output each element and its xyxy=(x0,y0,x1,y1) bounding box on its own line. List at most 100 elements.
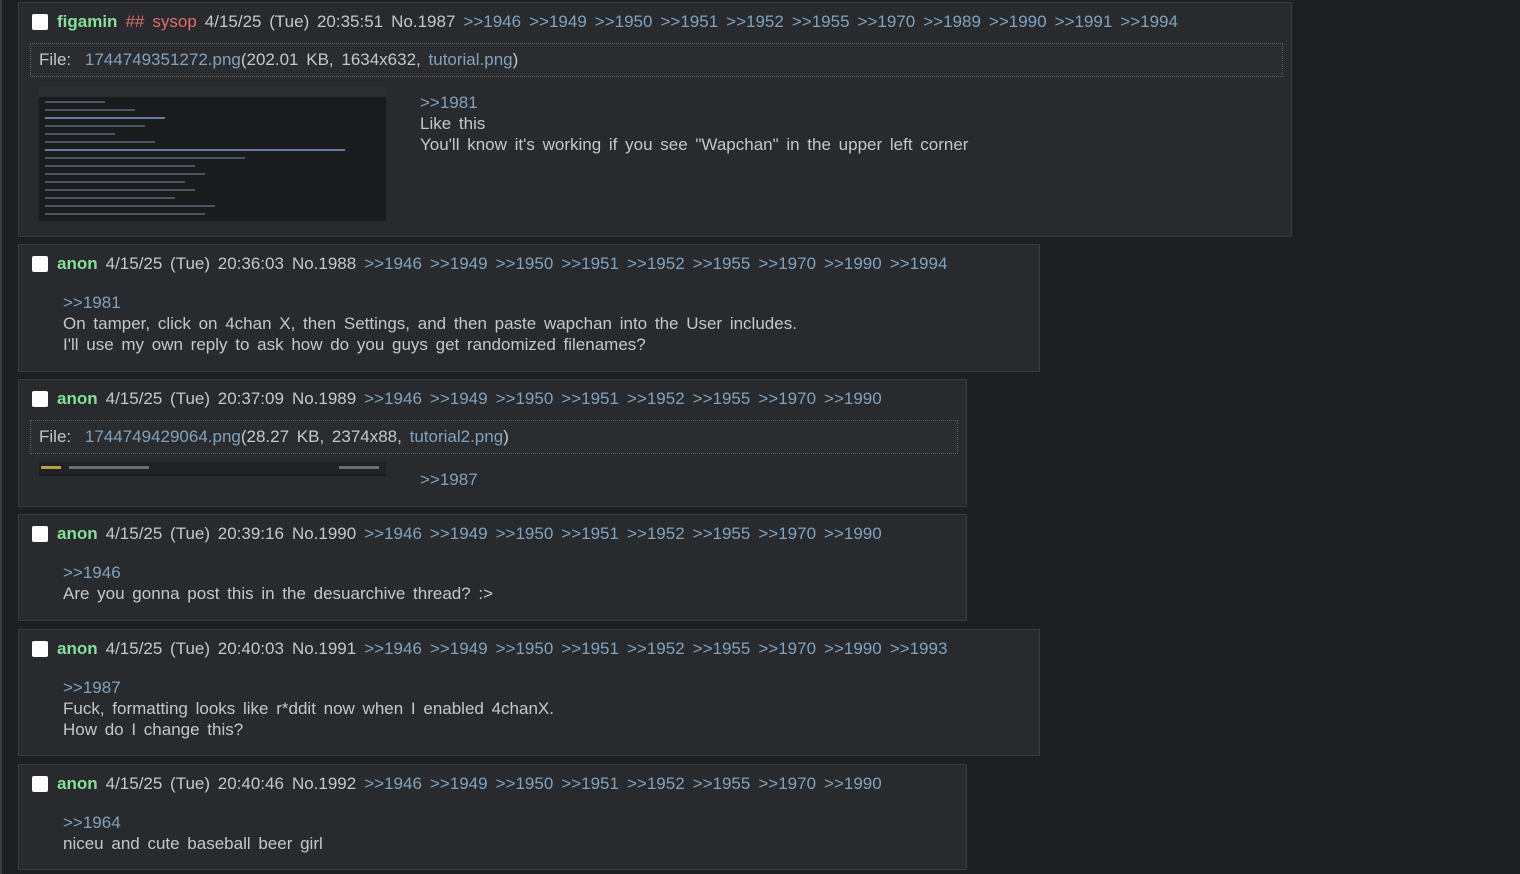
poster-name: anon xyxy=(57,389,98,408)
post-number[interactable]: No.1991 xyxy=(292,639,356,659)
backlink[interactable]: >>1989 xyxy=(923,12,981,31)
file-info: File: 1744749351272.png(202.01 KB, 1634x… xyxy=(30,43,1283,77)
backlink[interactable]: >>1950 xyxy=(496,254,554,273)
backlink[interactable]: >>1970 xyxy=(758,524,816,543)
backlink[interactable]: >>1952 xyxy=(627,774,685,793)
backlink[interactable]: >>1951 xyxy=(561,389,619,408)
backlink[interactable]: >>1951 xyxy=(660,12,718,31)
backlink[interactable]: >>1993 xyxy=(890,639,948,658)
post-message: >>1987 xyxy=(420,469,478,490)
backlink[interactable]: >>1946 xyxy=(364,254,422,273)
message-line: Like this xyxy=(420,114,486,133)
backlinks: >>1946 >>1949 >>1950 >>1951 >>1952 >>1955 >>19… xyxy=(356,774,882,794)
post-select-checkbox[interactable] xyxy=(32,14,48,30)
post-select-checkbox[interactable] xyxy=(32,641,48,657)
backlinks: >>1946 >>1949 >>1950 >>1951 >>1952 >>1955 >>19… xyxy=(356,254,947,274)
file-label: File: xyxy=(39,427,72,446)
post-number[interactable]: No.1987 xyxy=(391,12,455,32)
backlink[interactable]: >>1970 xyxy=(758,254,816,273)
reply-post: figamin ## sysop 4/15/25 (Tue) 20:35:51 … xyxy=(18,2,1292,237)
backlink[interactable]: >>1955 xyxy=(792,12,850,31)
file-thumbnail[interactable] xyxy=(39,462,386,476)
file-original-name[interactable]: tutorial2.png xyxy=(410,427,504,446)
backlink[interactable]: >>1946 xyxy=(364,774,422,793)
backlink[interactable]: >>1950 xyxy=(595,12,653,31)
backlink[interactable]: >>1946 xyxy=(364,389,422,408)
backlink[interactable]: >>1952 xyxy=(627,389,685,408)
backlinks: >>1946 >>1949 >>1950 >>1951 >>1952 >>1955 >>19… xyxy=(356,389,882,409)
backlink[interactable]: >>1955 xyxy=(693,639,751,658)
backlink[interactable]: >>1990 xyxy=(824,389,882,408)
backlinks: >>1946 >>1949 >>1950 >>1951 >>1952 >>1955 >>19… xyxy=(356,639,947,659)
backlink[interactable]: >>1952 xyxy=(627,524,685,543)
post-datetime: 4/15/25 (Tue) 20:40:03 xyxy=(105,639,284,658)
backlink[interactable]: >>1949 xyxy=(529,12,587,31)
post-header: anon 4/15/25 (Tue) 20:40:03 No.1991 >>19… xyxy=(32,639,947,659)
backlink[interactable]: >>1951 xyxy=(561,524,619,543)
post-message: >>1981 On tamper, click on 4chan X, then… xyxy=(63,292,797,355)
backlink[interactable]: >>1990 xyxy=(824,524,882,543)
post-select-checkbox[interactable] xyxy=(32,391,48,407)
backlink[interactable]: >>1951 xyxy=(561,254,619,273)
file-thumbnail[interactable] xyxy=(39,87,386,221)
file-original-name[interactable]: tutorial.png xyxy=(429,50,513,69)
post-select-checkbox[interactable] xyxy=(32,776,48,792)
backlink[interactable]: >>1946 xyxy=(364,639,422,658)
backlink[interactable]: >>1949 xyxy=(430,254,488,273)
backlink[interactable]: >>1990 xyxy=(824,774,882,793)
backlink[interactable]: >>1955 xyxy=(693,774,751,793)
quote-link[interactable]: >>1987 xyxy=(63,677,554,698)
backlink[interactable]: >>1994 xyxy=(1120,12,1178,31)
backlink[interactable]: >>1990 xyxy=(989,12,1047,31)
quote-link[interactable]: >>1946 xyxy=(63,562,493,583)
backlink[interactable]: >>1994 xyxy=(890,254,948,273)
backlink[interactable]: >>1950 xyxy=(496,639,554,658)
post-datetime: 4/15/25 (Tue) 20:39:16 xyxy=(105,524,284,543)
backlink[interactable]: >>1990 xyxy=(824,639,882,658)
page-left-border xyxy=(0,0,2,874)
backlink[interactable]: >>1990 xyxy=(824,254,882,273)
backlink[interactable]: >>1949 xyxy=(430,524,488,543)
post-number[interactable]: No.1992 xyxy=(292,774,356,794)
backlink[interactable]: >>1949 xyxy=(430,389,488,408)
backlink[interactable]: >>1970 xyxy=(758,389,816,408)
poster-name: anon xyxy=(57,524,98,543)
file-label: File: xyxy=(39,50,72,69)
message-line: Are you gonna post this in the desuarchi… xyxy=(63,584,494,603)
backlink[interactable]: >>1950 xyxy=(496,774,554,793)
quote-link[interactable]: >>1981 xyxy=(63,292,797,313)
file-link[interactable]: 1744749429064.png xyxy=(85,427,241,446)
backlink[interactable]: >>1955 xyxy=(693,389,751,408)
backlink[interactable]: >>1952 xyxy=(627,254,685,273)
post-number[interactable]: No.1989 xyxy=(292,389,356,409)
backlink[interactable]: >>1970 xyxy=(758,774,816,793)
quote-link[interactable]: >>1964 xyxy=(63,812,323,833)
file-link[interactable]: 1744749351272.png xyxy=(85,50,241,69)
backlink[interactable]: >>1952 xyxy=(627,639,685,658)
post-select-checkbox[interactable] xyxy=(32,256,48,272)
backlink[interactable]: >>1970 xyxy=(858,12,916,31)
post-datetime: 4/15/25 (Tue) 20:40:46 xyxy=(105,774,284,793)
backlink[interactable]: >>1946 xyxy=(364,524,422,543)
quote-link[interactable]: >>1987 xyxy=(420,469,478,490)
backlink[interactable]: >>1991 xyxy=(1055,12,1113,31)
backlink[interactable]: >>1950 xyxy=(496,524,554,543)
backlink[interactable]: >>1946 xyxy=(463,12,521,31)
backlink[interactable]: >>1970 xyxy=(758,639,816,658)
message-line: Fuck, formatting looks like r*ddit now w… xyxy=(63,699,554,718)
backlink[interactable]: >>1949 xyxy=(430,639,488,658)
post-number[interactable]: No.1988 xyxy=(292,254,356,274)
thumbnail-toolbar xyxy=(39,462,386,474)
post-number[interactable]: No.1990 xyxy=(292,524,356,544)
backlink[interactable]: >>1955 xyxy=(693,254,751,273)
quote-link[interactable]: >>1981 xyxy=(420,92,968,113)
backlink[interactable]: >>1950 xyxy=(496,389,554,408)
backlink[interactable]: >>1952 xyxy=(726,12,784,31)
backlink[interactable]: >>1955 xyxy=(693,524,751,543)
backlink[interactable]: >>1949 xyxy=(430,774,488,793)
tripcode: ## xyxy=(125,12,145,31)
backlink[interactable]: >>1951 xyxy=(561,774,619,793)
poster-name: anon xyxy=(57,774,98,793)
post-select-checkbox[interactable] xyxy=(32,526,48,542)
backlink[interactable]: >>1951 xyxy=(561,639,619,658)
